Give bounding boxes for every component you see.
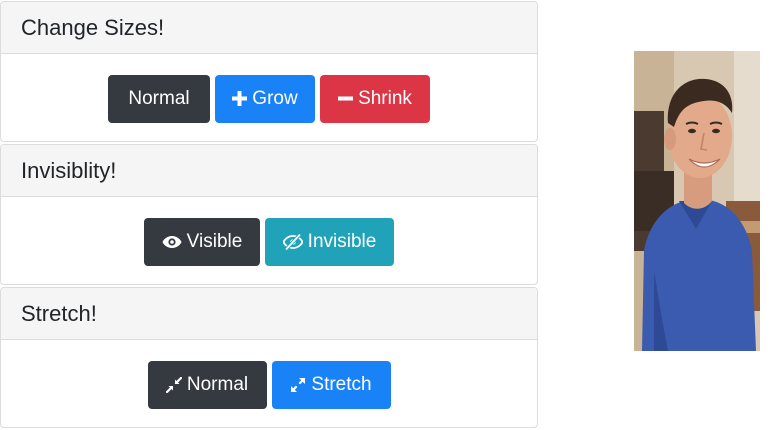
normal-stretch-button[interactable]: Normal <box>147 360 267 409</box>
profile-photo <box>634 51 760 351</box>
normal-size-label: Normal <box>128 87 190 109</box>
compress-icon <box>165 376 182 393</box>
invisibility-header: Invisiblity! <box>1 145 537 197</box>
normal-stretch-label: Normal <box>186 373 249 395</box>
change-sizes-body: Normal Grow Shrink <box>1 54 537 141</box>
eye-slash-icon <box>282 233 303 250</box>
stretch-panel: Stretch! Normal Stretch <box>0 287 538 428</box>
invisibility-body: Visible Invisible <box>1 197 537 284</box>
normal-size-button[interactable]: Normal <box>108 74 210 123</box>
stretch-body: Normal Stretch <box>1 340 537 427</box>
plus-icon <box>232 91 248 106</box>
change-sizes-panel: Change Sizes! Normal Grow Shrink <box>0 1 538 142</box>
expand-icon <box>290 377 306 393</box>
invisibility-panel: Invisiblity! Visible Invisible <box>0 144 538 285</box>
shrink-label: Shrink <box>358 87 412 109</box>
change-sizes-title: Change Sizes! <box>21 14 165 40</box>
shrink-button[interactable]: Shrink <box>320 74 430 123</box>
grow-button[interactable]: Grow <box>215 74 315 123</box>
stretch-header: Stretch! <box>1 288 537 340</box>
grow-label: Grow <box>252 87 298 109</box>
minus-icon <box>338 91 354 106</box>
stretch-label: Stretch <box>311 373 372 395</box>
visible-button[interactable]: Visible <box>144 217 260 266</box>
visible-label: Visible <box>186 230 243 252</box>
stretch-button[interactable]: Stretch <box>271 360 391 409</box>
eye-icon <box>162 235 182 249</box>
invisibility-title: Invisiblity! <box>21 157 117 183</box>
invisible-button[interactable]: Invisible <box>265 217 394 266</box>
stretch-title: Stretch! <box>21 300 97 326</box>
invisible-label: Invisible <box>307 230 377 252</box>
change-sizes-header: Change Sizes! <box>1 2 537 54</box>
